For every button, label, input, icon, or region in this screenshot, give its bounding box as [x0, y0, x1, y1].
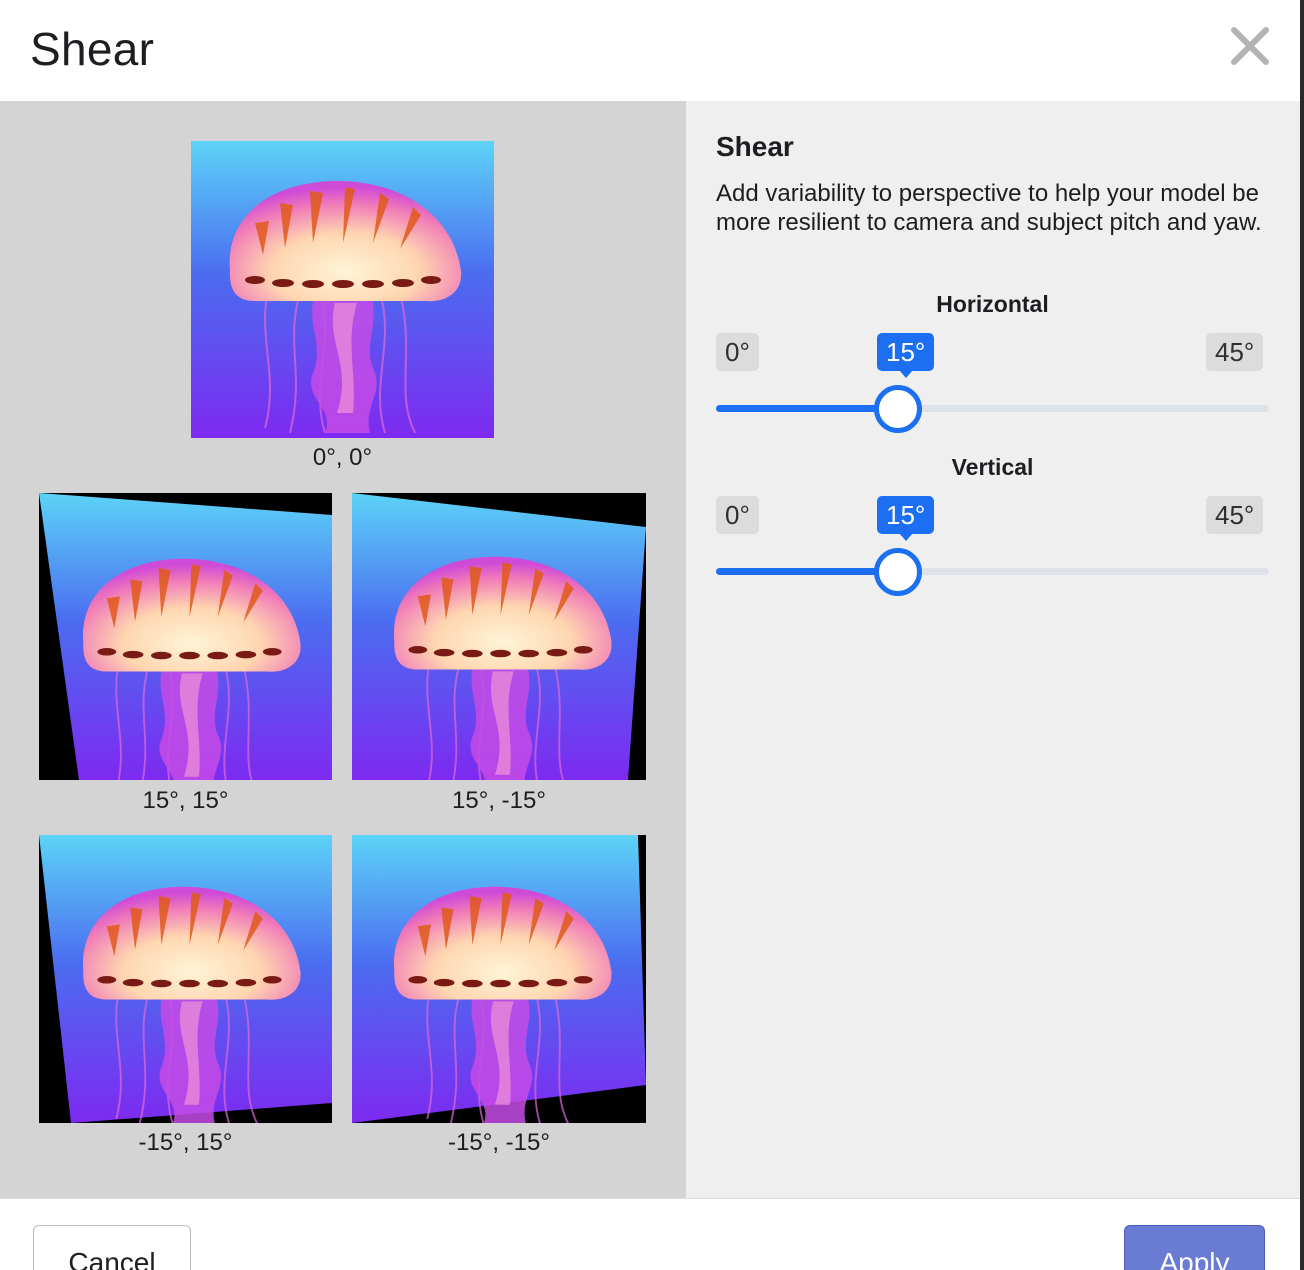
vertical-slider-label: Vertical [951, 454, 1034, 480]
vertical-current-value: 15° [877, 496, 935, 541]
dialog-footer: Cancel Apply [0, 1198, 1300, 1270]
preview-variant-caption: -15°, 15° [138, 1129, 233, 1156]
preview-variant-image [39, 835, 332, 1123]
settings-panel: Shear Add variability to perspective to … [686, 101, 1300, 1198]
preview-variant-caption: 15°, 15° [142, 787, 229, 814]
preview-original-caption: 0°, 0° [312, 444, 373, 471]
vertical-slider-thumb[interactable] [874, 548, 923, 596]
vertical-min-value: 0° [716, 496, 759, 534]
preview-original-image [191, 141, 494, 438]
dialog-title: Shear [30, 23, 155, 75]
window-edge [1300, 0, 1304, 1270]
shear-dialog: Shear 0°, 0° 15°, 15° 15°, -15° -15°, 15… [0, 0, 1300, 1270]
horizontal-slider-fill [716, 405, 899, 412]
horizontal-max-value: 45° [1206, 333, 1264, 371]
vertical-max-value: 45° [1206, 496, 1264, 534]
preview-variant-image [352, 835, 646, 1123]
dialog-header: Shear [0, 0, 1300, 101]
apply-button[interactable]: Apply [1124, 1225, 1265, 1270]
cancel-button[interactable]: Cancel [33, 1225, 191, 1270]
vertical-slider-fill [716, 568, 899, 575]
settings-heading: Shear [716, 131, 794, 162]
settings-description: Add variability to perspective to help y… [716, 180, 1262, 236]
horizontal-slider-thumb[interactable] [874, 385, 923, 433]
preview-panel: 0°, 0° 15°, 15° 15°, -15° -15°, 15° -15°… [0, 101, 686, 1198]
preview-variant-image [39, 493, 332, 780]
horizontal-current-value: 15° [877, 333, 935, 378]
horizontal-slider-label: Horizontal [936, 291, 1049, 317]
preview-variant-image [352, 493, 646, 780]
close-icon[interactable] [1228, 24, 1272, 68]
preview-variant-caption: -15°, -15° [448, 1129, 550, 1156]
horizontal-min-value: 0° [716, 333, 759, 371]
preview-variant-caption: 15°, -15° [452, 787, 546, 814]
